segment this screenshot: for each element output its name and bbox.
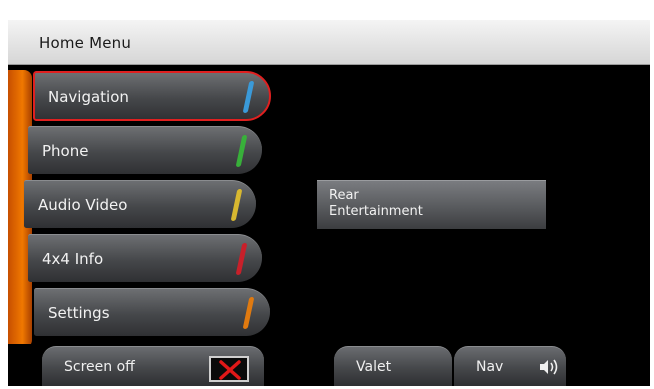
menu-item-phone[interactable]: Phone	[28, 126, 262, 174]
orange-accent-mark	[242, 297, 255, 329]
bottom-bar: Screen off Valet Nav	[8, 344, 650, 386]
speaker-icon	[540, 359, 558, 375]
blue-accent-mark	[242, 81, 255, 113]
menu-item-label: Phone	[42, 142, 89, 160]
yellow-accent-mark	[230, 189, 243, 221]
title-bar: Home Menu	[8, 20, 650, 65]
red-accent-mark	[235, 243, 248, 275]
rear-entertainment-label: Rear Entertainment	[329, 188, 423, 219]
screen-off-button[interactable]: Screen off	[42, 346, 264, 386]
nav-voice-button[interactable]: Nav	[454, 346, 566, 386]
menu-item-label: Settings	[48, 304, 110, 322]
valet-label: Valet	[356, 359, 392, 375]
close-icon	[209, 356, 249, 382]
screen: Home Menu Navigation Phone Audio Video 4…	[8, 20, 650, 386]
menu-item-label: Audio Video	[38, 196, 128, 214]
rear-entertainment-button[interactable]: Rear Entertainment	[317, 180, 546, 229]
menu-item-settings[interactable]: Settings	[34, 288, 270, 336]
menu-item-label: Navigation	[48, 88, 129, 106]
menu-item-navigation[interactable]: Navigation	[33, 71, 271, 121]
menu-item-audio-video[interactable]: Audio Video	[24, 180, 256, 228]
page-title: Home Menu	[39, 34, 132, 52]
green-accent-mark	[235, 135, 248, 167]
menu-item-4x4-info[interactable]: 4x4 Info	[28, 234, 262, 282]
screen-off-label: Screen off	[64, 359, 135, 375]
nav-label: Nav	[476, 359, 504, 375]
valet-button[interactable]: Valet	[334, 346, 452, 386]
menu-item-label: 4x4 Info	[42, 250, 104, 268]
